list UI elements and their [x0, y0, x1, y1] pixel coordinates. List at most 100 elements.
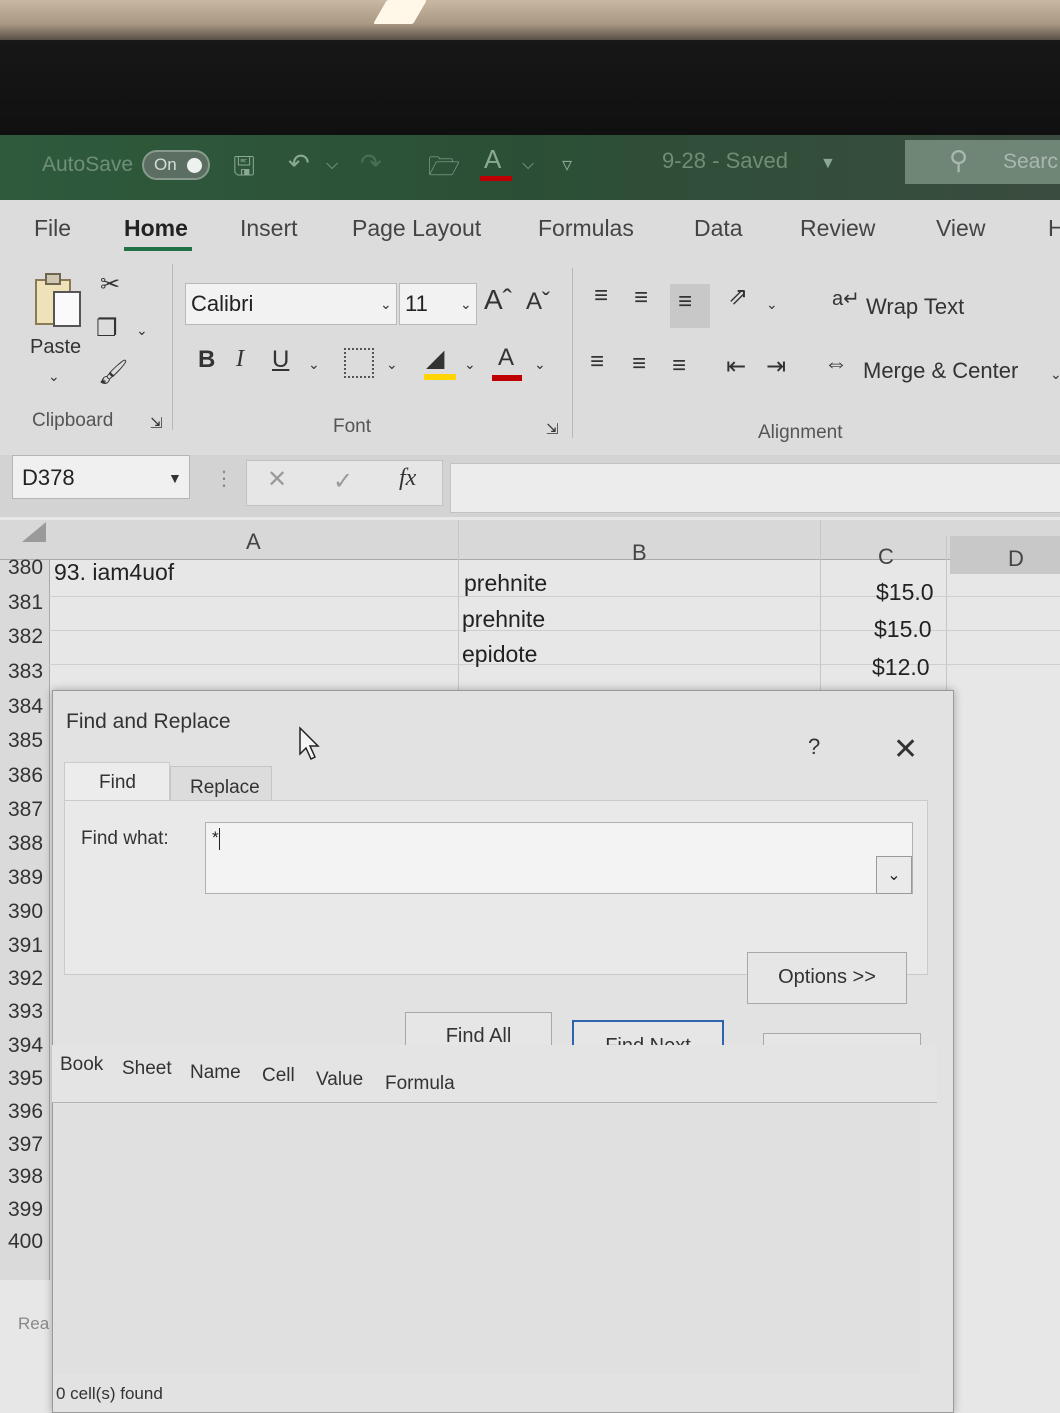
- row-header[interactable]: 399: [8, 1198, 48, 1222]
- tab-home[interactable]: Home: [124, 215, 188, 242]
- tab-review[interactable]: Review: [800, 215, 875, 242]
- row-header[interactable]: 388: [8, 832, 48, 856]
- column-header-d[interactable]: D: [1008, 546, 1024, 572]
- copy-dropdown-icon[interactable]: ⌄: [136, 322, 148, 339]
- row-header[interactable]: 381: [8, 591, 48, 615]
- results-list[interactable]: [54, 1104, 920, 1374]
- row-header[interactable]: 391: [8, 934, 48, 958]
- row-header[interactable]: 397: [8, 1133, 48, 1157]
- align-bottom-button[interactable]: ≡: [670, 284, 710, 328]
- row-header[interactable]: 385: [8, 729, 48, 753]
- autosave-toggle[interactable]: On: [142, 150, 210, 180]
- fill-color-icon[interactable]: ◢: [426, 344, 444, 373]
- cell-c380[interactable]: $15.0: [876, 579, 934, 606]
- paste-label[interactable]: Paste: [30, 336, 81, 359]
- row-header[interactable]: 389: [8, 866, 48, 890]
- row-header[interactable]: 382: [8, 625, 48, 649]
- name-box-dropdown-icon[interactable]: ▼: [168, 470, 182, 486]
- search-box[interactable]: ⚲ Searc: [905, 140, 1060, 184]
- select-all-corner[interactable]: [22, 522, 46, 542]
- merge-dropdown-icon[interactable]: ⌄: [1050, 366, 1060, 383]
- cancel-entry-icon[interactable]: ✕: [267, 465, 287, 494]
- tab-insert[interactable]: Insert: [240, 215, 298, 242]
- tab-page-layout[interactable]: Page Layout: [352, 215, 481, 242]
- customize-toolbar-icon[interactable]: ▿: [562, 152, 572, 177]
- decrease-font-size-icon[interactable]: Aˇ: [526, 288, 550, 316]
- results-column-name[interactable]: Name: [190, 1062, 241, 1084]
- undo-icon[interactable]: ↶: [288, 148, 310, 179]
- paste-icon[interactable]: [34, 272, 84, 330]
- tab-find-label[interactable]: Find: [99, 772, 136, 794]
- cell-a380[interactable]: 93. iam4uof: [54, 559, 174, 586]
- help-button[interactable]: ?: [808, 734, 820, 760]
- underline-icon[interactable]: U: [272, 346, 289, 374]
- column-header-b[interactable]: B: [632, 540, 647, 566]
- formula-bar-grip-icon[interactable]: ⋮: [214, 466, 234, 491]
- row-header[interactable]: 398: [8, 1165, 48, 1189]
- align-top-icon[interactable]: ≡: [594, 282, 608, 310]
- results-column-cell[interactable]: Cell: [262, 1065, 295, 1087]
- open-folder-icon[interactable]: 🗁: [428, 148, 460, 192]
- redo-icon[interactable]: ↷: [360, 148, 382, 179]
- column-header-a[interactable]: A: [246, 529, 261, 555]
- row-header[interactable]: 395: [8, 1067, 48, 1091]
- fill-color-dropdown-icon[interactable]: ⌄: [464, 356, 476, 373]
- options-button[interactable]: Options >>: [747, 952, 907, 1004]
- borders-icon[interactable]: [344, 348, 374, 378]
- font-color-icon[interactable]: A: [498, 344, 514, 372]
- row-header[interactable]: 386: [8, 764, 48, 788]
- font-color-dropdown-icon[interactable]: ⌵: [522, 156, 534, 174]
- decrease-indent-icon[interactable]: ⇤: [726, 352, 746, 381]
- merge-center-button[interactable]: Merge & Center: [863, 358, 1018, 384]
- cell-c382[interactable]: $12.0: [872, 654, 930, 681]
- find-what-dropdown[interactable]: ⌄: [876, 856, 912, 894]
- row-header[interactable]: 380: [8, 556, 48, 580]
- copy-icon[interactable]: ❐: [96, 314, 118, 343]
- borders-dropdown-icon[interactable]: ⌄: [386, 356, 398, 373]
- find-what-input[interactable]: *: [205, 822, 913, 894]
- tab-help[interactable]: H: [1048, 215, 1060, 242]
- row-header[interactable]: 390: [8, 900, 48, 924]
- cell-b380[interactable]: prehnite: [464, 570, 547, 597]
- save-icon[interactable]: 🖫: [233, 148, 255, 192]
- font-color-dropdown-icon[interactable]: ⌄: [534, 356, 546, 373]
- undo-dropdown-icon[interactable]: ⌵: [326, 156, 338, 174]
- align-right-icon[interactable]: ≡: [672, 352, 686, 380]
- row-header[interactable]: 396: [8, 1100, 48, 1124]
- results-column-formula[interactable]: Formula: [385, 1073, 455, 1095]
- underline-dropdown-icon[interactable]: ⌄: [308, 356, 320, 373]
- title-dropdown-icon[interactable]: ▼: [820, 155, 836, 173]
- cell-b381[interactable]: prehnite: [462, 606, 545, 633]
- font-name-dropdown-icon[interactable]: ⌄: [380, 296, 392, 313]
- tab-data[interactable]: Data: [694, 215, 743, 242]
- font-launcher-icon[interactable]: ⇲: [546, 420, 559, 438]
- results-column-sheet[interactable]: Sheet: [122, 1058, 172, 1080]
- results-column-value[interactable]: Value: [316, 1069, 363, 1091]
- paste-dropdown-icon[interactable]: ⌄: [48, 368, 60, 385]
- increase-indent-icon[interactable]: ⇥: [766, 352, 786, 381]
- wrap-text-button[interactable]: Wrap Text: [866, 294, 964, 320]
- row-header[interactable]: 400: [8, 1230, 48, 1254]
- row-header[interactable]: 393: [8, 1000, 48, 1024]
- bold-icon[interactable]: B: [198, 346, 215, 374]
- row-header[interactable]: 383: [8, 660, 48, 684]
- align-left-icon[interactable]: ≡: [590, 348, 604, 376]
- cell-c381[interactable]: $15.0: [874, 616, 932, 643]
- name-box[interactable]: D378: [12, 455, 190, 499]
- increase-font-size-icon[interactable]: Aˆ: [484, 284, 512, 316]
- orientation-icon[interactable]: ⇗: [728, 282, 748, 311]
- clipboard-launcher-icon[interactable]: ⇲: [150, 414, 163, 432]
- font-size-dropdown-icon[interactable]: ⌄: [460, 296, 472, 313]
- row-header[interactable]: 392: [8, 967, 48, 991]
- align-center-icon[interactable]: ≡: [632, 350, 646, 378]
- row-header[interactable]: 384: [8, 695, 48, 719]
- formula-input[interactable]: [450, 463, 1060, 513]
- row-header[interactable]: 387: [8, 798, 48, 822]
- confirm-entry-icon[interactable]: ✓: [333, 467, 353, 496]
- column-header-c[interactable]: C: [878, 544, 894, 570]
- font-color-quick-icon[interactable]: A: [484, 144, 501, 175]
- orientation-dropdown-icon[interactable]: ⌄: [766, 296, 778, 313]
- tab-view[interactable]: View: [936, 215, 985, 242]
- format-painter-icon[interactable]: 🖌: [98, 358, 128, 387]
- italic-icon[interactable]: I: [236, 346, 244, 373]
